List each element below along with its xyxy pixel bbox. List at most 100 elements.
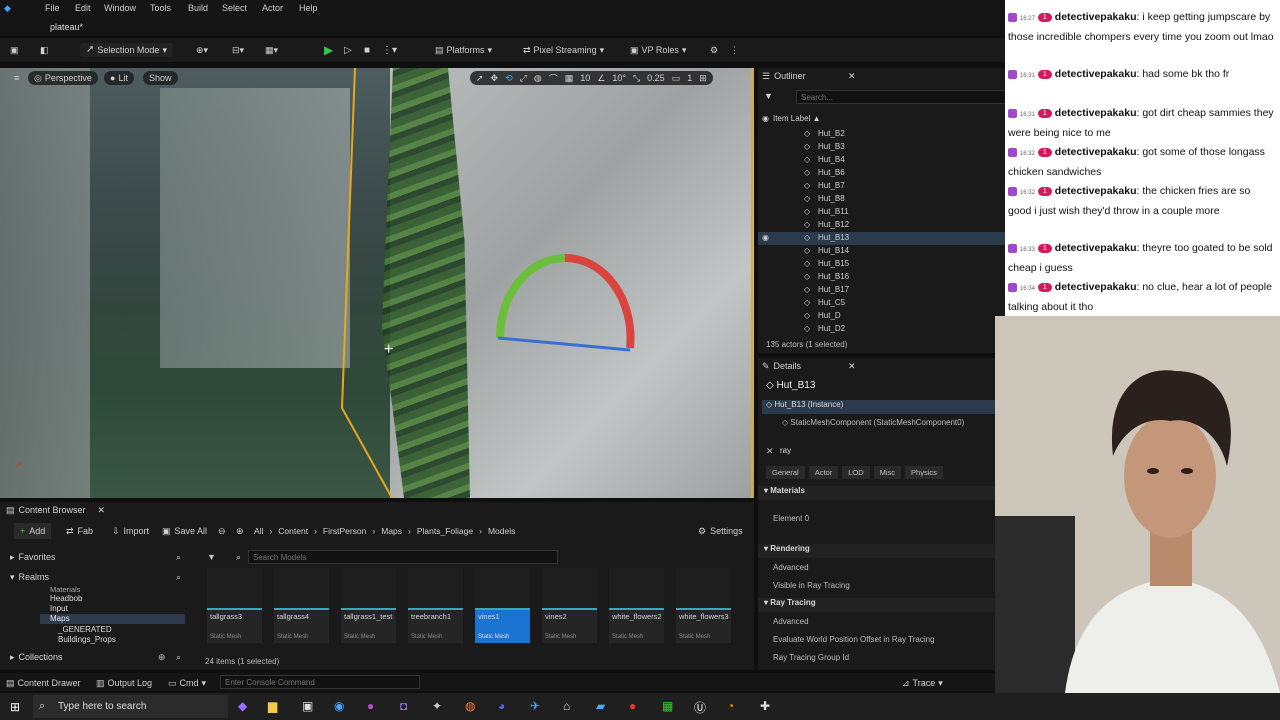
clear-filter-icon[interactable]: ✕ xyxy=(766,446,774,457)
tree-row-selected[interactable]: ◉ ◇ Hut_B13 xyxy=(758,232,1005,245)
folder-buildings[interactable]: Buildings_Props xyxy=(58,635,116,644)
section-rendering[interactable]: ▾ Rendering xyxy=(758,544,995,558)
app-icon-obsidian[interactable]: ◆ xyxy=(238,699,247,713)
filter-icon[interactable]: ▼ xyxy=(207,552,216,562)
asset-tile[interactable]: vines2 Static Mesh xyxy=(542,568,597,643)
app-icon[interactable]: ✈ xyxy=(530,699,540,713)
show-button[interactable]: Show xyxy=(143,71,178,85)
menu-tools[interactable]: Tools xyxy=(150,3,171,13)
grid-snap-icon[interactable]: ▦ xyxy=(565,73,574,84)
app-icon[interactable]: ✚ xyxy=(760,699,770,713)
tree-row[interactable]: ◇ Hut_B3 xyxy=(758,141,1005,154)
collections-header[interactable]: ▸ Collections xyxy=(10,649,63,665)
menu-window[interactable]: Window xyxy=(104,3,136,13)
add-collection-icon[interactable]: ⊕ xyxy=(158,652,166,663)
fab-button[interactable]: ⇄ Fab xyxy=(66,523,93,539)
asset-tile[interactable]: tallgrass4 Static Mesh xyxy=(274,568,329,643)
section-ray-tracing[interactable]: ▾ Ray Tracing xyxy=(758,598,995,612)
details-filter-input[interactable]: ray xyxy=(780,446,791,455)
trace-dropdown[interactable]: ⊿ Trace ▾ xyxy=(902,676,943,690)
tree-row[interactable]: ◇ Hut_D2 xyxy=(758,323,1005,336)
play-icon[interactable]: ▶ xyxy=(324,43,333,57)
import-button[interactable]: ⇩ Import xyxy=(112,523,149,539)
breadcrumb-plants[interactable]: Plants_Foliage xyxy=(417,526,473,536)
tab-general[interactable]: General xyxy=(766,466,805,479)
scale-snap-icon[interactable]: ⤡ xyxy=(633,73,640,84)
twitch-icon[interactable]: ◘ xyxy=(400,699,407,713)
actor-name-field[interactable]: ◇ Hut_B13 xyxy=(766,380,815,391)
maximize-viewport-icon[interactable]: ⊞ xyxy=(699,73,707,84)
tree-row[interactable]: ◇ Hut_B12 xyxy=(758,219,1005,232)
select-tool-icon[interactable]: ➚ xyxy=(476,73,484,84)
asset-tile[interactable]: tallgrass3 Static Mesh xyxy=(207,568,262,643)
settings-icon[interactable]: ⚙ xyxy=(710,43,718,57)
folder-maps[interactable]: Maps xyxy=(50,614,70,623)
close-icon[interactable]: ✕ xyxy=(98,505,106,516)
menu-file[interactable]: File xyxy=(45,3,60,13)
scale-tool-icon[interactable]: ⤢ xyxy=(520,73,527,84)
breadcrumb-models[interactable]: Models xyxy=(488,526,515,536)
filter-icon[interactable]: ▼ xyxy=(764,88,773,104)
menu-build[interactable]: Build xyxy=(188,3,208,13)
advanced-rendering-label[interactable]: Advanced xyxy=(773,563,809,572)
rotate-gizmo-blue[interactable] xyxy=(497,336,631,352)
tab-lod[interactable]: LOD xyxy=(842,466,870,479)
file-explorer-icon[interactable]: ▆ xyxy=(268,699,277,713)
realms-header[interactable]: ▾ Realms xyxy=(10,569,49,585)
camera-speed-value[interactable]: 1 xyxy=(687,73,692,83)
selection-mode-dropdown[interactable]: ➚ Selection Mode ▾ xyxy=(80,43,173,57)
angle-snap-value[interactable]: 10° xyxy=(612,73,626,83)
advanced-ray-label[interactable]: Advanced xyxy=(773,617,809,626)
forward-icon[interactable]: ⊕ xyxy=(236,523,244,539)
app-icon[interactable]: ▰ xyxy=(596,699,605,713)
grid-snap-value[interactable]: 10 xyxy=(580,73,590,83)
save-all-button[interactable]: ▣ Save All xyxy=(162,523,207,539)
discord-icon[interactable]: ◕ xyxy=(498,699,505,713)
eye-icon[interactable]: ◉ xyxy=(762,233,769,242)
pixel-streaming-dropdown[interactable]: ⇄ Pixel Streaming ▾ xyxy=(523,43,604,57)
rotate-gizmo-green[interactable] xyxy=(496,254,566,339)
menu-actor[interactable]: Actor xyxy=(262,3,283,13)
folder-generated[interactable]: _GENERATED xyxy=(58,625,112,634)
breadcrumb-maps[interactable]: Maps xyxy=(381,526,402,536)
search-icon[interactable]: ⌕ xyxy=(176,652,181,663)
stop-icon[interactable]: ■ xyxy=(364,43,370,57)
rotate-tool-icon[interactable]: ⟲ xyxy=(505,73,513,84)
app-icon[interactable]: ▣ xyxy=(302,699,313,713)
settings-button[interactable]: ⚙ Settings xyxy=(698,523,743,539)
move-tool-icon[interactable]: ✥ xyxy=(491,73,499,84)
app-icon[interactable]: ✦ xyxy=(432,699,442,713)
more-options-icon[interactable]: ⋮ xyxy=(730,43,739,57)
content-icon[interactable]: ◧ xyxy=(40,43,49,57)
folder-headbob[interactable]: Headbob xyxy=(50,594,82,603)
asset-tile[interactable]: treebranch1 Static Mesh xyxy=(408,568,463,643)
menu-edit[interactable]: Edit xyxy=(75,3,91,13)
outliner-column-header[interactable]: ◉ Item Label ▲ xyxy=(762,110,820,126)
tab-misc[interactable]: Misc xyxy=(873,466,902,479)
app-icon[interactable]: ● xyxy=(367,699,374,713)
menu-select[interactable]: Select xyxy=(222,3,247,13)
unreal-engine-icon[interactable]: Ⓤ xyxy=(694,699,706,716)
folder-input[interactable]: Input xyxy=(50,604,68,613)
folder-materials[interactable]: Materials xyxy=(50,585,80,594)
app-icon[interactable]: ▦ xyxy=(662,699,673,713)
close-icon[interactable]: ✕ xyxy=(848,358,856,374)
steam-icon[interactable]: ◉ xyxy=(334,699,344,713)
scale-snap-value[interactable]: 0.25 xyxy=(647,73,665,83)
tree-row[interactable]: ◇ Hut_B6 xyxy=(758,167,1005,180)
add-actor-icon[interactable]: ⊕▾ xyxy=(196,43,208,57)
surface-snap-icon[interactable]: ⌒ xyxy=(549,72,558,85)
section-materials[interactable]: ▾ Materials xyxy=(758,486,995,500)
tree-row[interactable]: ◇ Hut_B17 xyxy=(758,284,1005,297)
cmd-dropdown[interactable]: ▭ Cmd ▾ xyxy=(168,676,206,690)
tree-row[interactable]: ◇ Hut_D xyxy=(758,310,1005,323)
blender-icon[interactable]: ◔ xyxy=(727,699,734,713)
unreal-logo-icon[interactable]: ◆ xyxy=(4,3,11,14)
tree-row[interactable]: ◇ Hut_B15 xyxy=(758,258,1005,271)
step-icon[interactable]: ▷ xyxy=(344,43,352,57)
tab-physics[interactable]: Physics xyxy=(905,466,943,479)
instance-row[interactable]: ◇ Hut_B13 (Instance) xyxy=(762,400,995,414)
camera-speed-icon[interactable]: ▭ xyxy=(672,73,681,84)
world-space-icon[interactable]: ◍ xyxy=(534,73,542,84)
outliner-search-input[interactable] xyxy=(796,90,1006,104)
